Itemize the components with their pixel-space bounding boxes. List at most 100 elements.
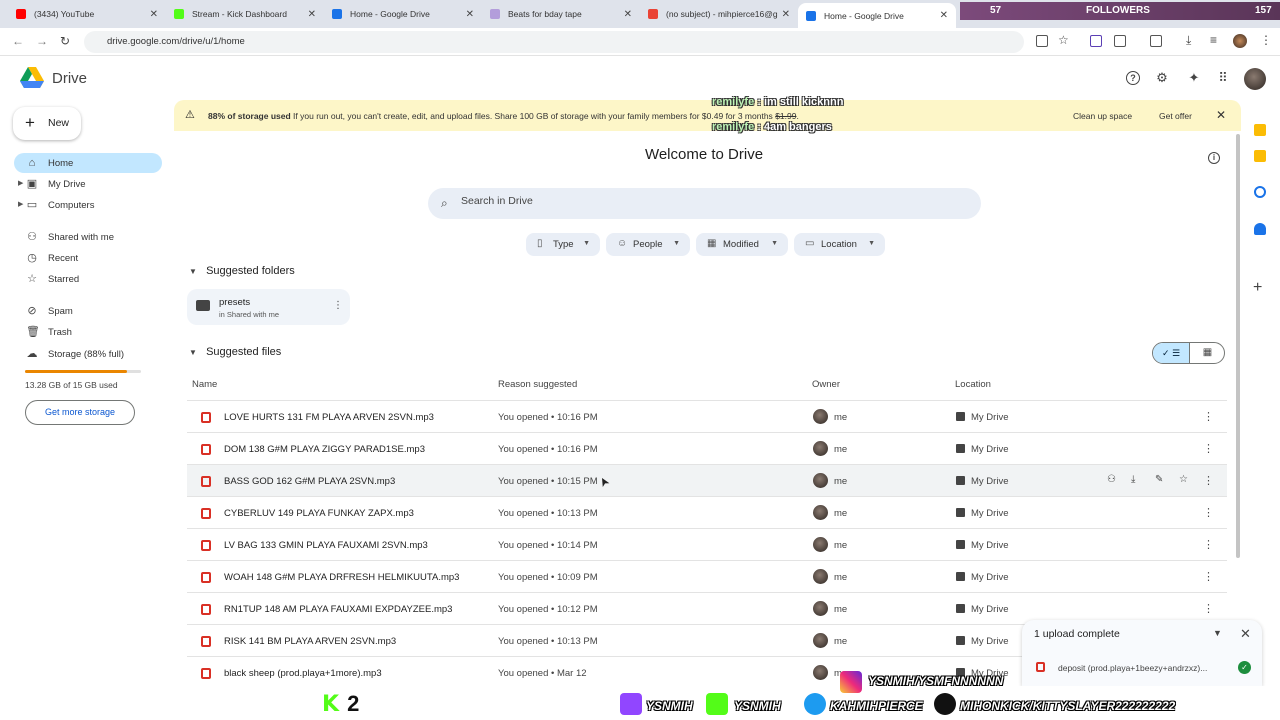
file-row[interactable]: CYBERLUV 149 PLAYA FUNKAY ZAPX.mp3 You op… — [187, 496, 1227, 528]
browser-tab-youtube[interactable]: (3434) YouTube ✕ — [8, 3, 166, 25]
app-name[interactable]: Drive — [52, 70, 87, 87]
close-tab-icon[interactable]: ✕ — [466, 9, 474, 20]
help-icon[interactable]: ? — [1126, 71, 1140, 85]
filter-chip-location[interactable]: ▭ Location ▼ — [794, 233, 885, 256]
more-options-icon[interactable]: ⋮ — [1203, 602, 1214, 615]
list-view-button[interactable]: ✓ ☰ — [1153, 343, 1189, 363]
sidebar-item-computers[interactable]: ▶ ▭ Computers — [14, 195, 162, 215]
sidebar-item-my-drive[interactable]: ▶ ▣ My Drive — [14, 174, 162, 194]
file-row[interactable]: LV BAG 133 GMIN PLAYA FAUXAMI 2SVN.mp3 Yo… — [187, 528, 1227, 560]
filter-chip-type[interactable]: ▯ Type ▼ — [526, 233, 600, 256]
bookmark-star-icon[interactable]: ☆ — [1058, 33, 1069, 47]
more-options-icon[interactable]: ⋮ — [1203, 538, 1214, 551]
sidebar-item-starred[interactable]: ☆ Starred — [14, 269, 162, 289]
more-options-icon[interactable]: ⋮ — [1203, 506, 1214, 519]
file-name[interactable]: LOVE HURTS 131 FM PLAYA ARVEN 2SVN.mp3 — [224, 412, 434, 423]
extension-icon[interactable] — [1090, 35, 1102, 47]
reading-list-icon[interactable]: ≡ — [1210, 33, 1217, 47]
file-row[interactable]: BASS GOD 162 G#M PLAYA 2SVN.mp3 You opene… — [187, 464, 1227, 496]
grid-view-button[interactable]: ▦ — [1189, 343, 1224, 363]
file-location[interactable]: My Drive — [971, 412, 1008, 423]
contacts-icon[interactable] — [1254, 223, 1266, 235]
install-icon[interactable] — [1036, 35, 1048, 47]
close-tab-icon[interactable]: ✕ — [308, 9, 316, 20]
browser-tab-gmail[interactable]: (no subject) - mihpierce16@gm ✕ — [640, 3, 798, 25]
file-name[interactable]: BASS GOD 162 G#M PLAYA 2SVN.mp3 — [224, 476, 395, 487]
filter-chip-modified[interactable]: ▦ Modified ▼ — [696, 233, 788, 256]
folder-card[interactable]: presets in Shared with me ⋮ — [187, 289, 350, 325]
profile-avatar[interactable] — [1233, 34, 1247, 48]
file-location[interactable]: My Drive — [971, 572, 1008, 583]
file-location[interactable]: My Drive — [971, 508, 1008, 519]
more-options-icon[interactable]: ⋮ — [1203, 474, 1214, 487]
file-name[interactable]: black sheep (prod.playa+1more).mp3 — [224, 668, 382, 679]
download-icon[interactable]: ⤓ — [1131, 474, 1135, 485]
back-icon[interactable]: ← — [12, 34, 24, 48]
reload-icon[interactable]: ↻ — [60, 34, 70, 48]
info-icon[interactable]: i — [1208, 152, 1220, 164]
forward-icon[interactable]: → — [36, 34, 48, 48]
file-name[interactable]: RISK 141 BM PLAYA ARVEN 2SVN.mp3 — [224, 636, 396, 647]
close-icon[interactable]: ✕ — [1240, 626, 1251, 642]
rename-icon[interactable]: ✎ — [1155, 474, 1163, 485]
get-offer-button[interactable]: Get offer — [1159, 111, 1192, 121]
close-banner-icon[interactable]: ✕ — [1216, 108, 1226, 122]
google-keep-icon[interactable] — [1254, 124, 1266, 136]
sidebar-item-home[interactable]: ⌂ Home — [14, 153, 162, 173]
filter-chip-people[interactable]: ☺ People ▼ — [606, 233, 690, 256]
close-tab-icon[interactable]: ✕ — [150, 9, 158, 20]
google-drive-logo[interactable] — [20, 67, 44, 89]
file-name[interactable]: DOM 138 G#M PLAYA ZIGGY PARAD1SE.mp3 — [224, 444, 425, 455]
settings-gear-icon[interactable]: ⚙ — [1155, 71, 1169, 85]
file-location[interactable]: My Drive — [971, 476, 1008, 487]
file-name[interactable]: RN1TUP 148 AM PLAYA FAUXAMI EXPDAYZEE.mp… — [224, 604, 452, 615]
file-location[interactable]: My Drive — [971, 604, 1008, 615]
file-row[interactable]: DOM 138 G#M PLAYA ZIGGY PARAD1SE.mp3 You … — [187, 432, 1227, 464]
extensions-puzzle-icon[interactable] — [1114, 35, 1126, 47]
more-options-icon[interactable]: ⋮ — [1203, 570, 1214, 583]
browser-tab-drive-active[interactable]: Home - Google Drive ✕ — [798, 3, 956, 28]
upload-file-name[interactable]: deposit (prod.playa+1beezy+andrzxz)... — [1058, 663, 1228, 673]
gemini-sparkle-icon[interactable]: ✦ — [1187, 71, 1201, 85]
search-bar[interactable]: ⌕ — [428, 188, 981, 219]
expand-caret-icon[interactable]: ▶ — [18, 179, 23, 187]
file-name[interactable]: LV BAG 133 GMIN PLAYA FAUXAMI 2SVN.mp3 — [224, 540, 428, 551]
tasks-icon[interactable] — [1254, 186, 1266, 198]
new-button[interactable]: + New — [13, 107, 81, 140]
suggested-folders-header[interactable]: ▼ Suggested folders — [189, 265, 295, 277]
apps-grid-icon[interactable]: ⠿ — [1216, 71, 1230, 85]
sidebar-item-trash[interactable]: 🗑 Trash — [14, 322, 162, 342]
get-more-storage-button[interactable]: Get more storage — [25, 400, 135, 425]
address-bar[interactable]: drive.google.com/drive/u/1/home — [84, 31, 1024, 53]
browser-tab-drive[interactable]: Home - Google Drive ✕ — [324, 3, 482, 25]
browser-tab-kick[interactable]: Stream - Kick Dashboard ✕ — [166, 3, 324, 25]
search-input[interactable] — [461, 195, 941, 207]
download-icon[interactable]: ⤓ — [1186, 33, 1191, 48]
menu-icon[interactable]: ⋮ — [1260, 33, 1272, 47]
scrollbar[interactable] — [1236, 134, 1240, 558]
file-location[interactable]: My Drive — [971, 540, 1008, 551]
file-location[interactable]: My Drive — [971, 636, 1008, 647]
sidebar-item-spam[interactable]: ⊘ Spam — [14, 301, 162, 321]
file-name[interactable]: CYBERLUV 149 PLAYA FUNKAY ZAPX.mp3 — [224, 508, 414, 519]
browser-tab-beats[interactable]: Beats for bday tape ✕ — [482, 3, 640, 25]
column-header-name[interactable]: Name — [192, 379, 217, 390]
sidebar-item-recent[interactable]: ◷ Recent — [14, 248, 162, 268]
close-tab-icon[interactable]: ✕ — [624, 9, 632, 20]
collapse-chevron-icon[interactable]: ▼ — [1213, 628, 1222, 638]
tab-search-icon[interactable] — [1150, 35, 1162, 47]
more-options-icon[interactable]: ⋮ — [333, 300, 343, 311]
more-options-icon[interactable]: ⋮ — [1203, 410, 1214, 423]
share-icon[interactable]: ⚇ — [1107, 474, 1116, 485]
more-options-icon[interactable]: ⋮ — [1203, 442, 1214, 455]
close-tab-icon[interactable]: ✕ — [782, 9, 790, 20]
close-tab-icon[interactable]: ✕ — [940, 10, 948, 21]
sidebar-item-shared[interactable]: ⚇ Shared with me — [14, 227, 162, 247]
star-icon[interactable]: ☆ — [1179, 474, 1188, 485]
file-row[interactable]: LOVE HURTS 131 FM PLAYA ARVEN 2SVN.mp3 Yo… — [187, 400, 1227, 432]
suggested-files-header[interactable]: ▼ Suggested files — [189, 346, 281, 358]
file-location[interactable]: My Drive — [971, 444, 1008, 455]
clean-up-space-button[interactable]: Clean up space — [1073, 111, 1132, 121]
account-avatar[interactable] — [1244, 68, 1266, 90]
add-addon-icon[interactable]: + — [1253, 279, 1262, 297]
